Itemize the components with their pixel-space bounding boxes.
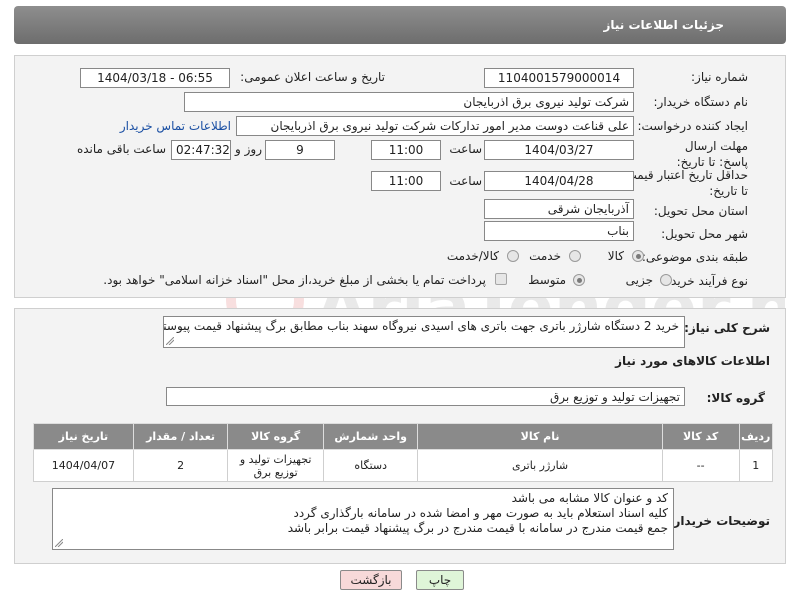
category-label: طبقه بندی موضوعی: [641,250,748,264]
need-number-field: 1104001579000014 [484,68,634,88]
cell-row: 1 [738,449,774,482]
buyer-contact-link[interactable]: اطلاعات تماس خریدار [120,119,231,133]
category-radio-goods-service[interactable] [507,250,519,262]
reply-time-label: ساعت [449,142,482,156]
goods-group-field: تجهیزات تولید و توزیع برق [166,387,685,406]
page-title: جزئیات اطلاعات نیاز [603,18,724,32]
treasury-note: پرداخت تمام یا بخشی از مبلغ خرید،از محل … [103,273,486,287]
reply-date-field: 1404/03/27 [484,140,634,160]
buyer-notes-label: توضیحات خریدار: [668,514,770,528]
cell-quantity: 2 [132,449,229,482]
category-radio-goods[interactable] [632,250,644,262]
goods-table: ردیف کد کالا نام کالا واحد شمارش گروه کا… [33,423,774,482]
remaining-time-field: 02:47:32 [171,140,231,160]
reply-deadline-label: مهلت ارسال پاسخ: تا تاریخ: [653,138,748,170]
purchase-type-label: نوع فرآیند خرید : [663,274,748,288]
buyer-org-label: نام دستگاه خریدار: [653,95,749,109]
cell-name: شارژر باتری [417,449,663,482]
purchase-radio-medium[interactable] [573,274,585,286]
page-header: جزئیات اطلاعات نیاز [14,6,786,44]
category-option-goods: کالا [607,249,624,263]
city-label: شهر محل تحویل: [661,227,748,241]
reply-time-field: 11:00 [371,140,441,160]
cell-code: -- [661,449,740,482]
purchase-radio-minor[interactable] [660,274,672,286]
requester-label: ایجاد کننده درخواست: [637,119,748,133]
goods-group-label: گروه کالا: [706,391,765,405]
purchase-option-minor: جزیی [625,273,653,287]
category-option-service: خدمت [529,249,561,263]
announce-label: تاریخ و ساعت اعلان عمومی: [240,70,385,84]
resize-grip-icon[interactable] [166,337,174,345]
description-label: شرح کلی نیاز: [684,321,770,335]
col-group: گروه کالا [227,423,324,450]
province-label: استان محل تحویل: [653,204,748,218]
price-time-field: 11:00 [371,171,441,191]
buyer-note-line: کلیه اسناد استعلام باید به صورت مهر و ام… [293,506,668,520]
print-button[interactable]: چاپ [416,570,464,590]
table-row: 1 -- شارژر باتری دستگاه تجهیزات تولید و … [33,449,774,482]
buyer-org-field: شرکت تولید نیروی برق اذربایجان [184,92,634,112]
buyer-notes-field: کد و عنوان کالا مشابه می باشد کلیه اسناد… [52,488,674,550]
buyer-note-line: کد و عنوان کالا مشابه می باشد [511,491,668,505]
price-time-label: ساعت [449,174,482,188]
city-field: بناب [484,221,634,241]
price-date-field: 1404/04/28 [484,171,634,191]
buyer-note-line: جمع قیمت مندرج در سامانه با قیمت مندرج د… [287,521,668,535]
price-validity-label: حداقل تاریخ اعتبار قیمت: تا تاریخ: [618,167,748,199]
price-validity-text: حداقل تاریخ اعتبار قیمت: تا تاریخ: [621,168,748,198]
col-code: کد کالا [661,423,740,450]
back-button[interactable]: بازگشت [340,570,402,590]
col-date: تاریخ نیاز [33,423,134,450]
col-row: ردیف [738,423,774,450]
category-option-goods-service: کالا/خدمت [446,249,499,263]
description-field: خرید 2 دستگاه شارژر باتری جهت باتری های … [163,316,685,348]
cell-unit: دستگاه [322,449,419,482]
cell-date: 1404/04/07 [33,449,134,482]
remaining-time-label: ساعت باقی مانده [76,142,166,156]
col-quantity: تعداد / مقدار [132,423,229,450]
announce-field: 1404/03/18 - 06:55 [80,68,230,88]
days-field: 9 [265,140,335,160]
province-field: آذربایجان شرقی [484,199,634,219]
reply-deadline-text: مهلت ارسال پاسخ: تا تاریخ: [676,139,748,169]
cell-group: تجهیزات تولید و توزیع برق [227,449,324,482]
category-radio-service[interactable] [569,250,581,262]
resize-grip-icon[interactable] [55,539,63,547]
description-text: خرید 2 دستگاه شارژر باتری جهت باتری های … [163,319,679,333]
goods-table-header: ردیف کد کالا نام کالا واحد شمارش گروه کا… [33,423,774,450]
requester-field: علی قناعت دوست مدیر امور تدارکات شرکت تو… [236,116,634,136]
col-unit: واحد شمارش [322,423,419,450]
purchase-option-medium: متوسط [528,273,566,287]
need-number-label: شماره نیاز: [691,70,748,84]
treasury-checkbox[interactable] [495,273,507,285]
col-name: نام کالا [417,423,663,450]
goods-section-title: اطلاعات کالاهای مورد نیاز [615,354,770,368]
days-label: روز و [235,142,262,156]
